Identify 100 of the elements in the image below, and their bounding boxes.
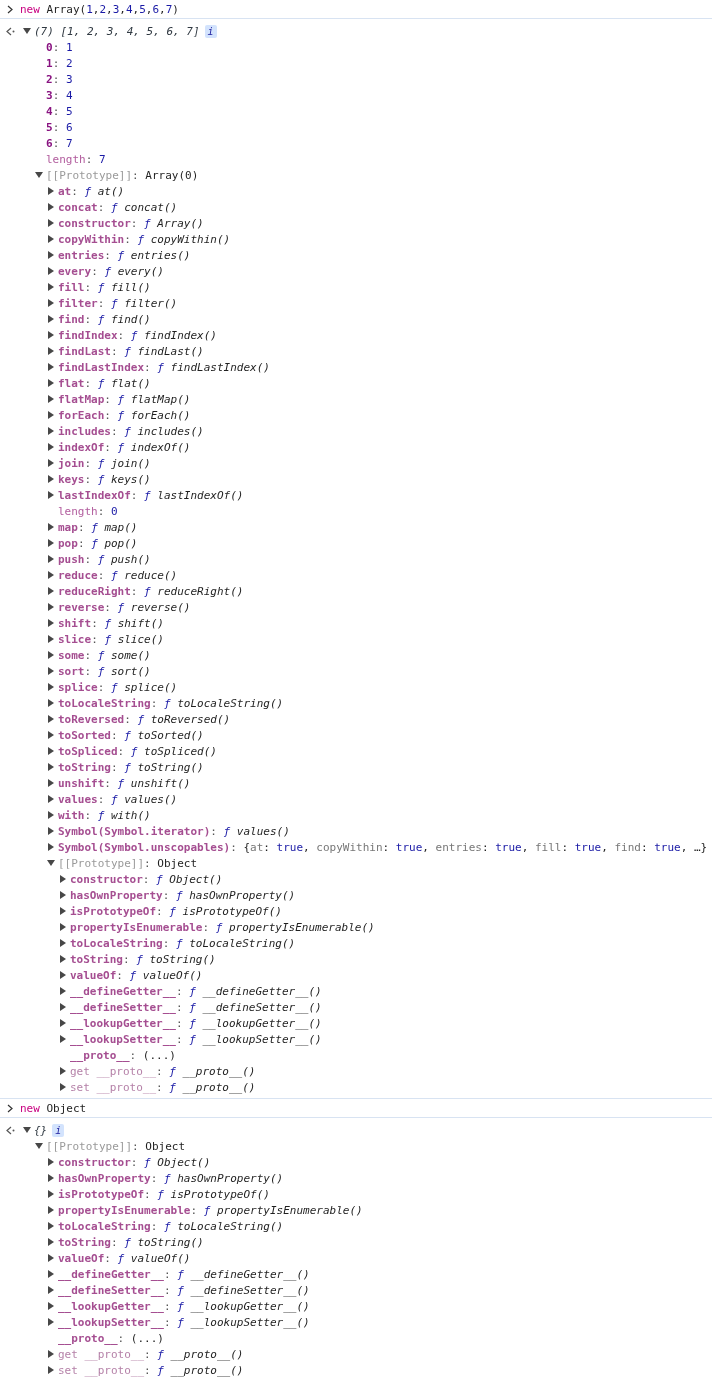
property-line: values: ƒ values() [58,792,178,806]
collapsed-arrow-icon[interactable] [47,1254,55,1262]
collapsed-arrow-icon[interactable] [47,731,55,739]
property-line: findIndex: ƒ findIndex() [58,328,217,342]
property-line: toString: ƒ toString() [58,1235,204,1249]
collapsed-arrow-icon[interactable] [47,1158,55,1166]
expanded-arrow-icon[interactable] [47,859,55,867]
collapsed-arrow-icon[interactable] [47,427,55,435]
collapsed-arrow-icon[interactable] [47,347,55,355]
collapsed-arrow-icon[interactable] [47,1366,55,1374]
collapsed-arrow-icon[interactable] [47,699,55,707]
collapsed-arrow-icon[interactable] [47,379,55,387]
collapsed-arrow-icon[interactable] [47,795,55,803]
collapsed-arrow-icon[interactable] [47,443,55,451]
property-line: toSpliced: ƒ toSpliced() [58,744,217,758]
collapsed-arrow-icon[interactable] [59,1083,67,1091]
collapsed-arrow-icon[interactable] [47,475,55,483]
info-badge[interactable]: i [52,1123,65,1137]
property-line: includes: ƒ includes() [58,424,204,438]
collapsed-arrow-icon[interactable] [47,587,55,595]
collapsed-arrow-icon[interactable] [47,603,55,611]
property-line: __defineGetter__: ƒ __defineGetter__() [70,984,322,998]
property-line: entries: ƒ entries() [58,248,191,262]
expanded-arrow-icon[interactable] [23,27,31,35]
collapsed-arrow-icon[interactable] [47,459,55,467]
collapsed-arrow-icon[interactable] [47,203,55,211]
collapsed-arrow-icon[interactable] [47,523,55,531]
property-line: __proto__: (...) [70,1048,176,1062]
collapsed-arrow-icon[interactable] [47,763,55,771]
collapsed-arrow-icon[interactable] [59,1019,67,1027]
collapsed-arrow-icon[interactable] [47,363,55,371]
property-line: isPrototypeOf: ƒ isPrototypeOf() [70,904,282,918]
collapsed-arrow-icon[interactable] [59,907,67,915]
collapsed-arrow-icon[interactable] [47,779,55,787]
collapsed-arrow-icon[interactable] [47,283,55,291]
expanded-arrow-icon[interactable] [35,1142,43,1150]
collapsed-arrow-icon[interactable] [59,875,67,883]
collapsed-arrow-icon[interactable] [47,331,55,339]
collapsed-arrow-icon[interactable] [59,1035,67,1043]
collapsed-arrow-icon[interactable] [47,1286,55,1294]
property-line: get __proto__: ƒ __proto__() [70,1064,256,1078]
property-line: sort: ƒ sort() [58,664,151,678]
collapsed-arrow-icon[interactable] [59,923,67,931]
property-line: findLastIndex: ƒ findLastIndex() [58,360,270,374]
collapsed-arrow-icon[interactable] [47,1222,55,1230]
collapsed-arrow-icon[interactable] [47,747,55,755]
collapsed-arrow-icon[interactable] [47,267,55,275]
collapsed-arrow-icon[interactable] [47,811,55,819]
collapsed-arrow-icon[interactable] [47,491,55,499]
property-line: valueOf: ƒ valueOf() [70,968,203,982]
expanded-arrow-icon[interactable] [23,1126,31,1134]
collapsed-arrow-icon[interactable] [47,1190,55,1198]
collapsed-arrow-icon[interactable] [47,683,55,691]
property-line: toString: ƒ toString() [58,760,204,774]
collapsed-arrow-icon[interactable] [59,955,67,963]
collapsed-arrow-icon[interactable] [47,411,55,419]
prompt-chevron-icon [7,1103,13,1113]
collapsed-arrow-icon[interactable] [47,1302,55,1310]
property-line: __defineSetter__: ƒ __defineSetter__() [58,1283,310,1297]
collapsed-arrow-icon[interactable] [47,619,55,627]
property-line: indexOf: ƒ indexOf() [58,440,191,454]
expanded-arrow-icon[interactable] [35,171,43,179]
collapsed-arrow-icon[interactable] [47,1238,55,1246]
collapsed-arrow-icon[interactable] [47,651,55,659]
collapsed-arrow-icon[interactable] [47,1206,55,1214]
collapsed-arrow-icon[interactable] [47,315,55,323]
collapsed-arrow-icon[interactable] [47,187,55,195]
collapsed-arrow-icon[interactable] [59,939,67,947]
property-line: slice: ƒ slice() [58,632,164,646]
collapsed-arrow-icon[interactable] [59,987,67,995]
collapsed-arrow-icon[interactable] [47,1174,55,1182]
info-badge[interactable]: i [204,24,217,38]
property-line: __proto__: (...) [58,1331,164,1345]
collapsed-arrow-icon[interactable] [47,251,55,259]
property-line: reduce: ƒ reduce() [58,568,178,582]
collapsed-arrow-icon[interactable] [47,299,55,307]
property-line: propertyIsEnumerable: ƒ propertyIsEnumerable() [70,920,375,934]
collapsed-arrow-icon[interactable] [59,1067,67,1075]
collapsed-arrow-icon[interactable] [47,1270,55,1278]
collapsed-arrow-icon[interactable] [47,635,55,643]
collapsed-arrow-icon[interactable] [47,395,55,403]
collapsed-arrow-icon[interactable] [47,539,55,547]
collapsed-arrow-icon[interactable] [47,667,55,675]
collapsed-arrow-icon[interactable] [59,891,67,899]
property-line: fill: ƒ fill() [58,280,151,294]
collapsed-arrow-icon[interactable] [47,1318,55,1326]
property-line: join: ƒ join() [58,456,151,470]
collapsed-arrow-icon[interactable] [47,555,55,563]
collapsed-arrow-icon[interactable] [47,1350,55,1358]
property-line: __defineSetter__: ƒ __defineSetter__() [70,1000,322,1014]
collapsed-arrow-icon[interactable] [47,827,55,835]
collapsed-arrow-icon[interactable] [59,971,67,979]
console-command-text: new Object [20,1101,87,1115]
collapsed-arrow-icon[interactable] [47,235,55,243]
collapsed-arrow-icon[interactable] [47,843,55,851]
collapsed-arrow-icon[interactable] [47,219,55,227]
collapsed-arrow-icon[interactable] [47,571,55,579]
property-line: some: ƒ some() [58,648,151,662]
collapsed-arrow-icon[interactable] [59,1003,67,1011]
collapsed-arrow-icon[interactable] [47,715,55,723]
